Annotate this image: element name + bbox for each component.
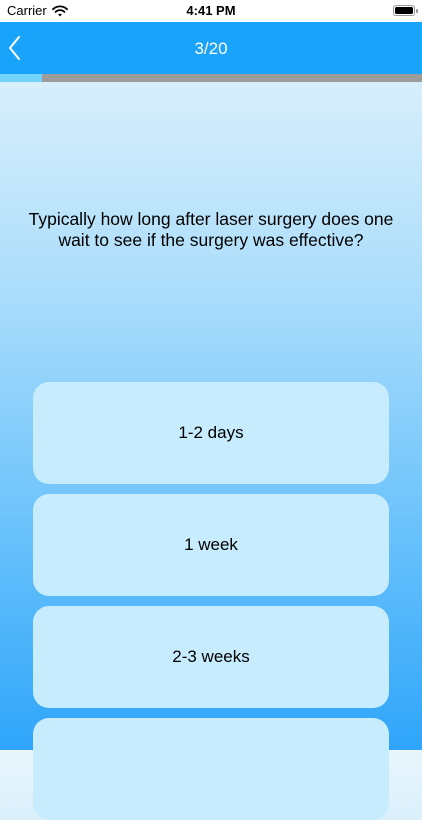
answer-option-2[interactable]: 1 week bbox=[33, 494, 389, 596]
nav-bar: 3/20 bbox=[0, 22, 422, 74]
answer-label: 1-2 days bbox=[178, 423, 244, 442]
answer-label: 2-3 weeks bbox=[172, 647, 250, 666]
progress-fill bbox=[0, 74, 43, 82]
answer-option-3[interactable]: 2-3 weeks bbox=[33, 606, 389, 708]
battery-icon bbox=[393, 5, 415, 16]
answer-option-4[interactable] bbox=[33, 718, 389, 820]
answer-label: 1 week bbox=[184, 535, 238, 554]
question-text: Typically how long after laser surgery d… bbox=[28, 209, 394, 250]
status-bar: Carrier 4:41 PM bbox=[0, 0, 422, 22]
battery-cap bbox=[416, 9, 418, 13]
question-counter: 3/20 bbox=[194, 39, 228, 58]
answer-option-1[interactable]: 1-2 days bbox=[33, 382, 389, 484]
status-time: 4:41 PM bbox=[186, 3, 236, 18]
progress-bar bbox=[0, 74, 422, 82]
